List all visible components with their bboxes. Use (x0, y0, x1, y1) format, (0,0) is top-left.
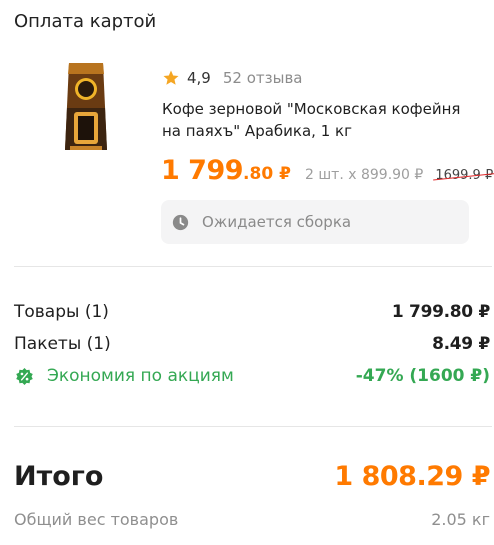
price-main: 1 799 (161, 155, 244, 186)
star-icon (163, 70, 179, 85)
unit-price: 2 шт. х 899.90 ₽ (305, 167, 424, 183)
weight-value: 2.05 кг (431, 509, 490, 529)
total-value: 1 808.29 ₽ (334, 460, 490, 492)
divider (14, 426, 492, 427)
discount-value: -47% (1600 ₽) (355, 366, 490, 386)
status-badge: Ожидается сборка (161, 200, 469, 244)
discount-label-wrap: Экономия по акциям (14, 366, 234, 386)
weight-label: Общий вес товаров (14, 509, 179, 529)
divider (14, 266, 492, 267)
product-image[interactable] (62, 58, 110, 156)
product-name[interactable]: Кофе зерновой "Московская кофейня на пая… (162, 98, 477, 142)
summary-discount-row: Экономия по акциям -47% (1600 ₽) (14, 364, 490, 388)
price-row: 1 799 .80 ₽ 2 шт. х 899.90 ₽ 1699.9 ₽ (161, 155, 493, 187)
rating-row: 4,9 52 отзыва (162, 68, 302, 88)
page-title: Оплата картой (14, 11, 157, 32)
old-price: 1699.9 ₽ (435, 168, 494, 183)
packages-label: Пакеты (1) (14, 334, 111, 354)
packages-value: 8.49 ₽ (432, 334, 490, 354)
discount-label: Экономия по акциям (47, 366, 234, 386)
summary-packages-row: Пакеты (1) 8.49 ₽ (14, 332, 490, 356)
clock-icon (172, 214, 189, 230)
total-label: Итого (14, 460, 104, 492)
reviews-link[interactable]: 52 отзыва (223, 69, 303, 87)
percent-badge-icon (16, 367, 33, 385)
price-cents: .80 (243, 164, 274, 184)
price-currency: ₽ (279, 164, 292, 184)
total-row: Итого 1 808.29 ₽ (14, 458, 490, 494)
goods-value: 1 799.80 ₽ (391, 302, 490, 322)
weight-row: Общий вес товаров 2.05 кг (14, 508, 490, 530)
goods-label: Товары (1) (14, 302, 109, 322)
summary-goods-row: Товары (1) 1 799.80 ₽ (14, 300, 490, 324)
rating-value: 4,9 (187, 69, 211, 87)
status-text: Ожидается сборка (202, 213, 352, 231)
